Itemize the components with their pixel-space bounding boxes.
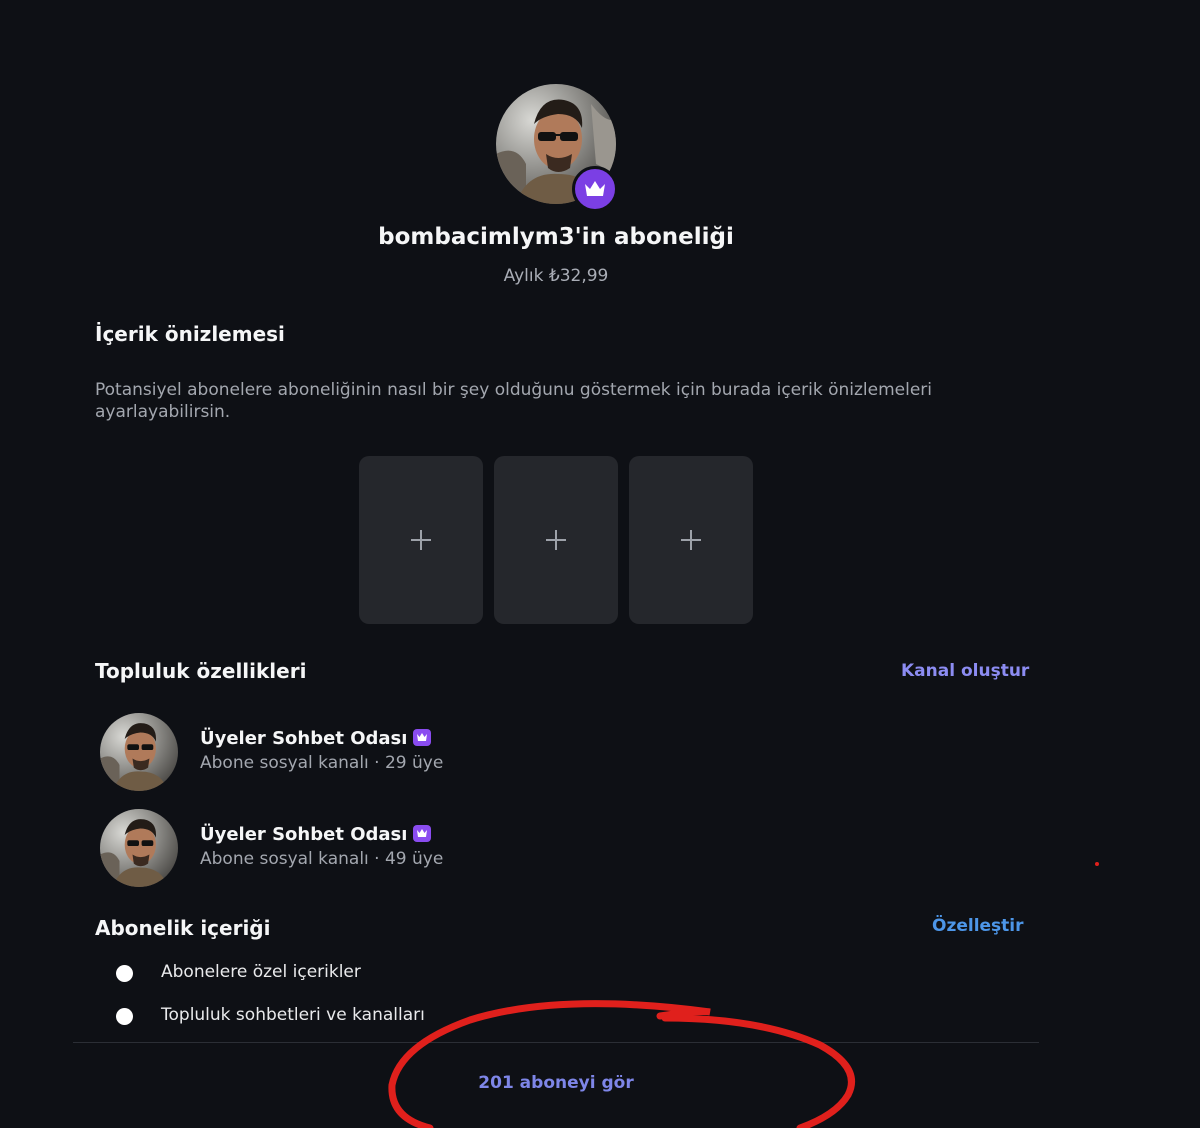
plus-icon bbox=[546, 530, 566, 550]
channel-name-row: Üyeler Sohbet Odası bbox=[200, 728, 432, 749]
create-channel-link[interactable]: Kanal oluştur bbox=[901, 661, 1029, 681]
content-item: Topluluk sohbetleri ve kanalları bbox=[116, 1005, 716, 1029]
channel-name: Üyeler Sohbet Odası bbox=[200, 824, 408, 845]
preview-section-title: İçerik önizlemesi bbox=[95, 322, 285, 346]
crown-icon bbox=[585, 181, 605, 196]
plus-icon bbox=[681, 530, 701, 550]
add-preview-slot-2[interactable] bbox=[494, 456, 618, 624]
channel-subtitle: Abone sosyal kanalı · 49 üye bbox=[200, 849, 444, 869]
channel-name: Üyeler Sohbet Odası bbox=[200, 728, 408, 749]
crown-icon bbox=[413, 825, 432, 842]
customize-link[interactable]: Özelleştir bbox=[932, 916, 1024, 936]
bullet-icon bbox=[116, 965, 133, 982]
channel-name-row: Üyeler Sohbet Odası bbox=[200, 824, 432, 845]
divider bbox=[73, 1042, 1039, 1043]
channel-avatar bbox=[100, 809, 178, 887]
channel-subtitle: Abone sosyal kanalı · 29 üye bbox=[200, 753, 444, 773]
crown-icon bbox=[413, 729, 432, 746]
channel-item[interactable]: Üyeler Sohbet Odası Abone sosyal kanalı … bbox=[100, 713, 600, 793]
content-item-label: Topluluk sohbetleri ve kanalları bbox=[161, 1005, 425, 1025]
content-item-label: Abonelere özel içerikler bbox=[161, 962, 361, 982]
bullet-icon bbox=[116, 1008, 133, 1025]
subscription-title: bombacimlym3'in aboneliği bbox=[378, 224, 734, 250]
channel-avatar bbox=[100, 713, 178, 791]
community-section-title: Topluluk özellikleri bbox=[95, 659, 307, 683]
content-item: Abonelere özel içerikler bbox=[116, 962, 716, 986]
subscription-price: Aylık ₺32,99 bbox=[503, 266, 609, 286]
add-preview-slot-3[interactable] bbox=[629, 456, 753, 624]
channel-item[interactable]: Üyeler Sohbet Odası Abone sosyal kanalı … bbox=[100, 809, 600, 889]
profile-avatar bbox=[496, 84, 618, 212]
add-preview-slot-1[interactable] bbox=[359, 456, 483, 624]
plus-icon bbox=[411, 530, 431, 550]
see-subscribers-link[interactable]: 201 aboneyi gör bbox=[0, 1073, 1112, 1093]
subscription-page: bombacimlym3'in aboneliği Aylık ₺32,99 İ… bbox=[0, 0, 1200, 1128]
crown-badge bbox=[572, 166, 618, 212]
content-section-title: Abonelik içeriği bbox=[95, 916, 271, 940]
preview-description: Potansiyel abonelere aboneliğinin nasıl … bbox=[95, 380, 933, 422]
